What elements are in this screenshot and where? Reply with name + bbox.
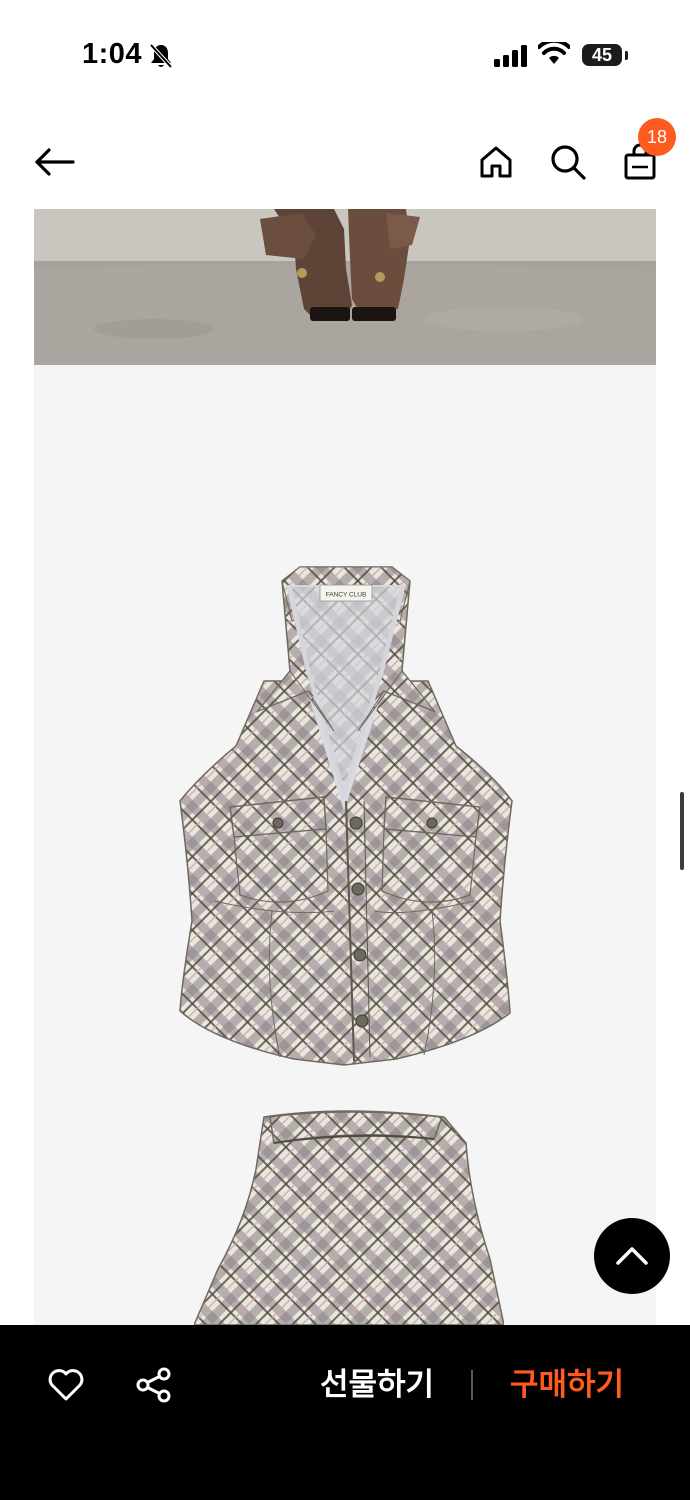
battery-tip bbox=[625, 51, 628, 60]
scroll-to-top-button[interactable] bbox=[594, 1218, 670, 1294]
cart-count-badge: 18 bbox=[638, 118, 676, 156]
top-nav-bar bbox=[0, 110, 690, 210]
product-image-front: FANCY CLUB bbox=[179, 566, 513, 1066]
bottom-action-bar: 선물하기 구매하기 bbox=[0, 1325, 690, 1500]
share-icon bbox=[136, 1367, 171, 1403]
divider bbox=[471, 1370, 473, 1400]
model-photo bbox=[34, 209, 656, 365]
home-icon bbox=[480, 146, 512, 178]
heart-icon bbox=[48, 1369, 84, 1401]
status-bar: 1:04 45 bbox=[0, 0, 690, 110]
search-button[interactable] bbox=[544, 138, 592, 186]
share-button[interactable] bbox=[132, 1363, 176, 1407]
wifi-icon bbox=[538, 42, 570, 64]
buy-button[interactable]: 구매하기 bbox=[500, 1361, 634, 1409]
home-button[interactable] bbox=[472, 138, 520, 186]
cellular-signal-icon bbox=[494, 45, 527, 67]
back-button[interactable] bbox=[30, 138, 78, 186]
product-image-back bbox=[194, 1110, 504, 1325]
search-icon bbox=[551, 145, 586, 180]
gift-button[interactable]: 선물하기 bbox=[310, 1361, 444, 1409]
battery-icon: 45 bbox=[582, 44, 622, 66]
brand-label-text: FANCY CLUB bbox=[326, 592, 367, 599]
scrollbar[interactable] bbox=[680, 792, 684, 870]
chevron-up-icon bbox=[616, 1247, 648, 1265]
back-arrow-icon bbox=[35, 148, 75, 176]
status-time: 1:04 bbox=[82, 38, 143, 70]
like-button[interactable] bbox=[44, 1363, 88, 1407]
product-detail-images: FANCY CLUB bbox=[34, 209, 656, 1325]
bell-slash-icon bbox=[149, 43, 173, 69]
